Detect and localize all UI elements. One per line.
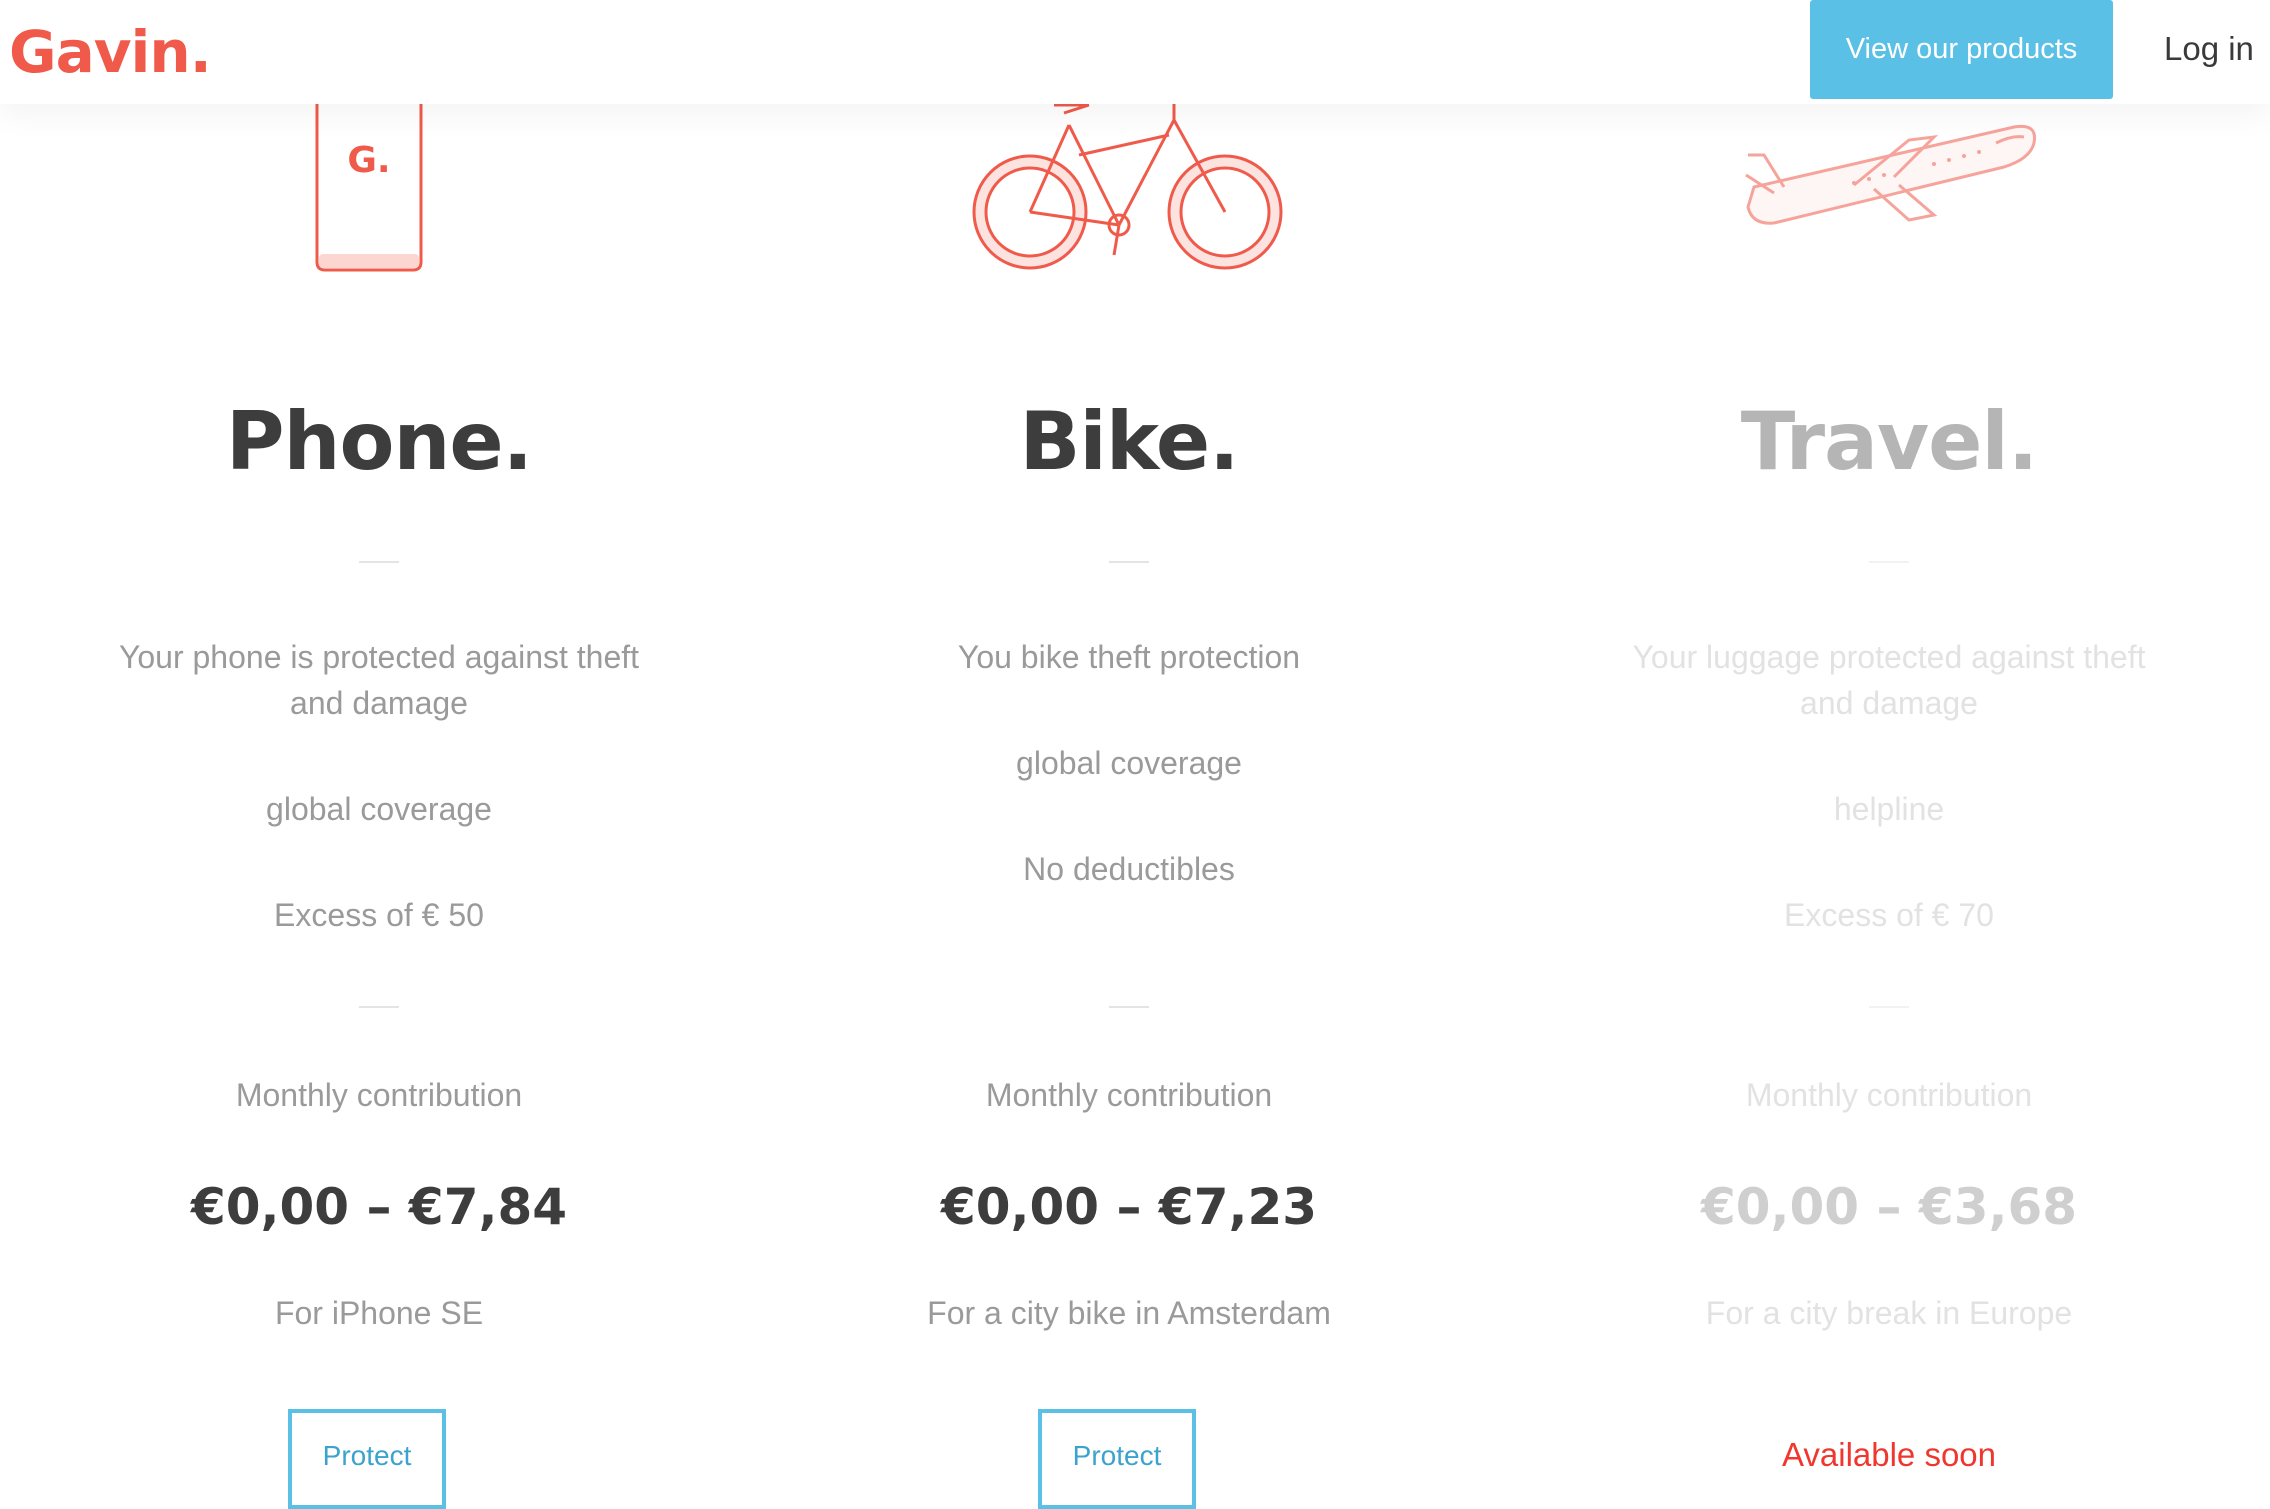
travel-product-card: Travel. Your luggage protected against t… [1509,0,2269,1490]
feature-text: Your luggage protected against theft and… [1632,639,2146,721]
feature-text: No deductibles [1023,851,1235,887]
phone-icon: G. [315,90,423,272]
feature-text: helpline [1833,791,1945,827]
feature-text: global coverage [266,791,492,827]
feature-text: global coverage [1016,745,1242,781]
price-example: For a city bike in Amsterdam [927,1295,1331,1331]
divider [1109,1006,1149,1008]
divider [1109,561,1149,563]
price-range: €0,00 – €7,23 [940,1178,1318,1236]
available-soon-label: Available soon [1781,1436,1997,1473]
price-range: €0,00 – €7,84 [190,1178,568,1236]
feature-text: Excess of € 50 [274,897,484,933]
top-navigation-bar: Gavin. View our products Log in [0,0,2270,104]
price-range: €0,00 – €3,68 [1700,1178,2078,1236]
protect-bike-button[interactable]: Protect [1038,1409,1196,1509]
bike-product-card: Bike. You bike theft protection global c… [749,0,1509,1509]
monthly-contribution-label: Monthly contribution [1745,1077,2033,1113]
feature-text: Excess of € 70 [1784,897,1994,933]
phone-product-card: G. Phone. Your phone is protected agains… [0,0,759,1509]
monthly-contribution-label: Monthly contribution [235,1077,523,1113]
bike-icon [972,103,1283,270]
product-title: Phone. [225,395,533,488]
divider [1869,561,1909,563]
gavin-logo[interactable]: Gavin. [9,18,212,86]
divider [359,1006,399,1008]
product-title: Bike. [1019,395,1239,488]
phone-logo-text: G. [347,140,390,181]
feature-text: You bike theft protection [957,639,1301,675]
protect-phone-button[interactable]: Protect [288,1409,446,1509]
login-link[interactable]: Log in [2164,30,2254,68]
feature-text: Your phone is protected against theft an… [118,639,640,721]
view-products-button[interactable]: View our products [1810,0,2113,99]
price-example: For a city break in Europe [1705,1295,2073,1331]
airplane-icon [1745,124,2037,225]
divider [359,561,399,563]
price-example: For iPhone SE [274,1295,484,1331]
monthly-contribution-label: Monthly contribution [985,1077,1273,1113]
divider [1869,1006,1909,1008]
product-title: Travel. [1740,395,2038,488]
